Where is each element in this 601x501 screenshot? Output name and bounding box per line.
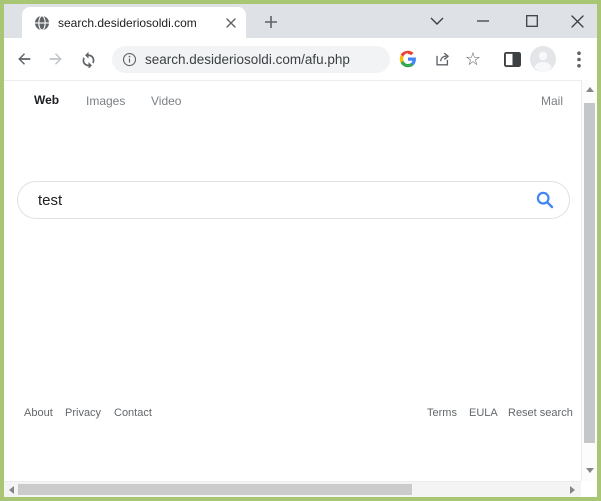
page-content: Web Images Video Mail About Privacy Cont…: [4, 80, 581, 481]
refresh-button[interactable]: [74, 45, 102, 73]
forward-button[interactable]: [42, 45, 70, 73]
tab-search-chevron-icon[interactable]: [422, 7, 452, 35]
scrollbar-corner: [581, 481, 597, 497]
nav-link-video[interactable]: Video: [151, 94, 181, 108]
horizontal-scrollbar[interactable]: [4, 481, 581, 497]
nav-link-mail[interactable]: Mail: [541, 94, 563, 108]
share-icon[interactable]: [428, 45, 456, 73]
new-tab-button[interactable]: [259, 10, 283, 34]
url-text[interactable]: search.desideriosoldi.com/afu.php: [145, 52, 350, 67]
search-box: [17, 181, 570, 219]
window-close-button[interactable]: [562, 7, 592, 35]
footer-link-reset-search[interactable]: Reset search: [508, 407, 573, 419]
site-info-icon[interactable]: [122, 52, 137, 67]
browser-toolbar: search.desideriosoldi.com/afu.php ☆: [4, 38, 597, 80]
nav-link-images[interactable]: Images: [86, 94, 125, 108]
bookmark-star-icon[interactable]: ☆: [459, 45, 487, 73]
profile-avatar[interactable]: [530, 46, 556, 72]
horizontal-scrollbar-thumb[interactable]: [18, 484, 412, 495]
menu-dots-icon[interactable]: [565, 45, 593, 73]
tab-close-icon[interactable]: [222, 14, 240, 32]
footer-link-eula[interactable]: EULA: [469, 407, 498, 419]
minimize-button[interactable]: [468, 7, 498, 35]
tab-title: search.desideriosoldi.com: [58, 15, 197, 30]
scroll-left-arrow-icon[interactable]: [9, 486, 14, 494]
scroll-right-arrow-icon[interactable]: [570, 486, 575, 494]
google-logo-icon[interactable]: [394, 45, 422, 73]
vertical-scrollbar-thumb[interactable]: [584, 103, 595, 443]
nav-link-web[interactable]: Web: [34, 93, 59, 107]
footer-link-privacy[interactable]: Privacy: [65, 407, 101, 419]
footer-link-contact[interactable]: Contact: [114, 407, 152, 419]
footer-link-about[interactable]: About: [24, 407, 53, 419]
globe-favicon-icon: [34, 14, 50, 31]
scroll-up-arrow-icon[interactable]: [586, 87, 594, 92]
browser-window: search.desideriosoldi.com search.desider…: [0, 0, 601, 501]
vertical-scrollbar[interactable]: [581, 80, 597, 481]
scroll-down-arrow-icon[interactable]: [586, 468, 594, 473]
back-button[interactable]: [10, 45, 38, 73]
footer-link-terms[interactable]: Terms: [427, 407, 457, 419]
tab-strip: search.desideriosoldi.com: [4, 4, 597, 38]
address-bar[interactable]: search.desideriosoldi.com/afu.php: [112, 46, 390, 73]
search-input[interactable]: [18, 191, 533, 209]
browser-tab[interactable]: search.desideriosoldi.com: [22, 7, 246, 38]
side-panel-icon[interactable]: [498, 45, 526, 73]
search-magnifier-icon[interactable]: [533, 188, 557, 212]
maximize-button[interactable]: [517, 7, 547, 35]
